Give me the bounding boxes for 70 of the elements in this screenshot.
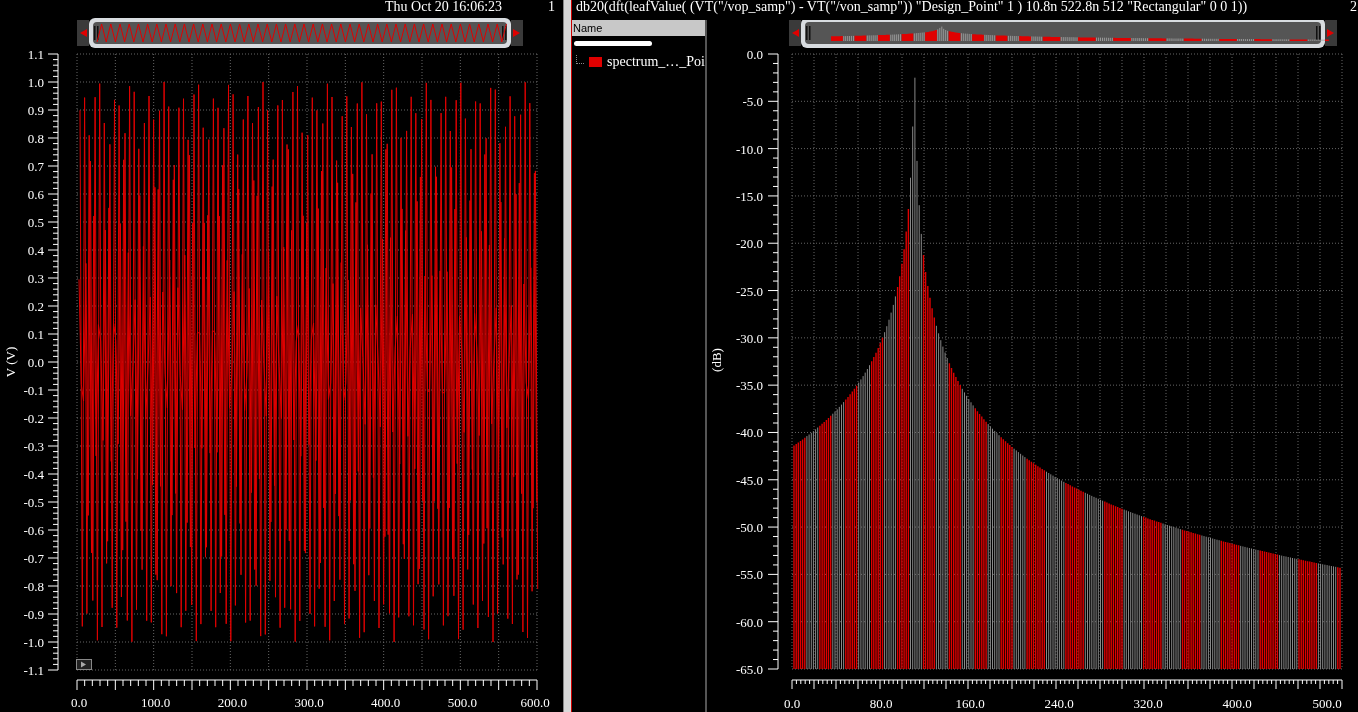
tick-label: 80.0: [869, 696, 893, 711]
tick-label: 160.0: [955, 696, 985, 711]
overview-scrollbar[interactable]: [801, 20, 1329, 48]
tick-label: 400.0: [1222, 696, 1252, 711]
axis-label: (dB): [709, 348, 724, 372]
axis-label: V (V): [3, 346, 18, 378]
tick-label: -0.2: [23, 411, 44, 426]
tick-label: -25.0: [735, 283, 763, 299]
scroll-right-button[interactable]: [1325, 20, 1337, 46]
tick-label: -30.0: [735, 330, 763, 346]
tick-label: 300.0: [294, 695, 324, 710]
tick-label: 240.0: [1044, 696, 1074, 711]
tick-label: 500.0: [447, 695, 477, 710]
expression-title: db20(dft(leafValue( (VT("/vop_samp") - VT("/von_samp")) "Design_Point" 1 ) 10.8n 522.8n 512 "Rectangular" 0 0 1)): [575, 0, 1248, 16]
scroll-left-button[interactable]: [789, 20, 801, 46]
tick-label: 0.0: [746, 47, 763, 62]
tick-label: -40.0: [735, 425, 763, 441]
tick-label: -55.0: [735, 567, 763, 583]
tick-label: 0.0: [783, 696, 801, 711]
plot-number: 2: [1350, 0, 1358, 16]
tick-label: -15.0: [735, 188, 763, 204]
tick-label: 0.8: [27, 131, 44, 146]
tick-label: -35.0: [735, 378, 763, 394]
legend-swatch: [588, 57, 602, 67]
play-icon[interactable]: [76, 659, 92, 670]
scroll-left-button[interactable]: [77, 20, 89, 46]
tick-label: -0.9: [23, 607, 44, 622]
tick-label: 0.9: [27, 103, 44, 118]
tick-label: 100.0: [141, 695, 171, 710]
tick-label: -50.0: [735, 520, 763, 536]
column-header: Name: [572, 20, 705, 36]
tick-label: -20.0: [735, 236, 763, 252]
tick-label: -0.4: [23, 467, 44, 482]
timestamp: Thu Oct 20 16:06:23: [385, 0, 503, 14]
tick-label: 320.0: [1133, 696, 1163, 711]
tick-label: -0.5: [23, 495, 44, 510]
plot-number: 1: [548, 0, 555, 14]
tick-label: 600.0: [520, 695, 550, 710]
tick-label: 200.0: [217, 695, 247, 710]
overview-scrollbar[interactable]: [89, 18, 511, 48]
tick-label: 500.0: [1312, 696, 1342, 711]
tick-label: -5.0: [742, 94, 763, 110]
tick-label: -0.1: [23, 383, 44, 398]
legend-label[interactable]: spectrum_…_Poi: [607, 54, 705, 70]
tick-label: -0.7: [23, 551, 44, 566]
tick-label: -45.0: [735, 472, 763, 488]
tick-label: 0.5: [27, 215, 44, 230]
tick-label: 0.0: [70, 695, 88, 710]
scroll-right-button[interactable]: [511, 20, 523, 46]
tree-line: [576, 54, 584, 64]
tick-label: -10.0: [735, 141, 763, 157]
tick-label: -65.0: [735, 662, 763, 677]
tick-label: 400.0: [371, 695, 401, 710]
tick-label: 0.1: [27, 327, 44, 342]
tick-label: -0.3: [23, 439, 44, 454]
scroll-bar[interactable]: [574, 41, 652, 46]
tick-label: 0.2: [27, 299, 44, 314]
tick-label: 0.0: [27, 355, 44, 370]
tick-label: -60.0: [735, 614, 763, 630]
tick-label: 1.0: [27, 75, 44, 90]
tick-label: 0.3: [27, 271, 44, 286]
tick-label: -1.1: [23, 663, 44, 678]
tick-label: 0.7: [27, 159, 44, 174]
tick-label: -1.0: [23, 635, 44, 650]
tick-label: 0.6: [27, 187, 44, 202]
tick-label: -0.6: [23, 523, 44, 538]
tick-label: -0.8: [23, 579, 44, 594]
tick-label: 1.1: [27, 47, 44, 62]
tick-label: 0.4: [27, 243, 44, 258]
splitter-handle[interactable]: [563, 0, 572, 712]
